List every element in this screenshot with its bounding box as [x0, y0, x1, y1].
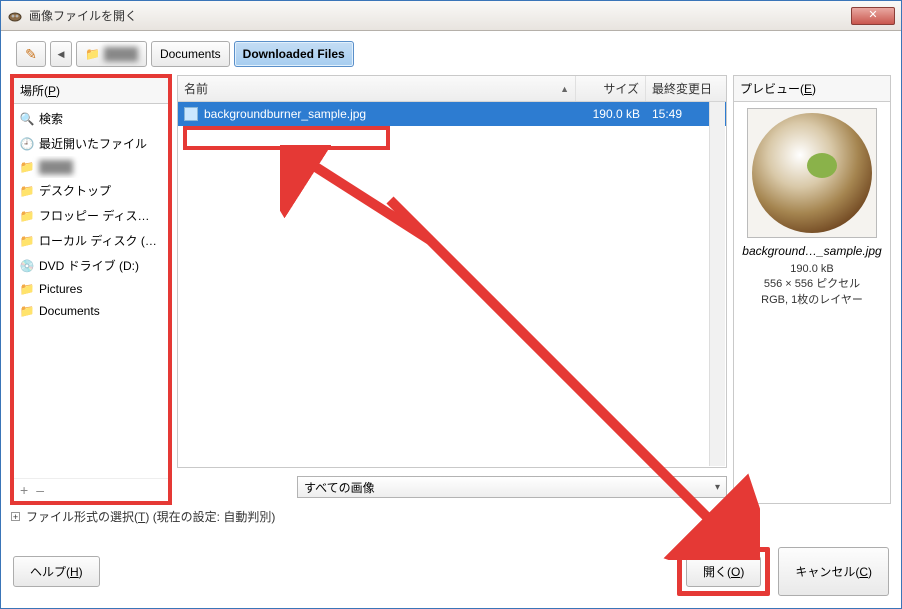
file-list: 名前 ▲ サイズ 最終変更日 backgroundburner_sample.j…: [177, 75, 727, 468]
image-file-icon: [184, 107, 198, 121]
folder-icon: 📁: [20, 304, 34, 318]
places-item-label: Pictures: [39, 282, 82, 296]
add-place-button[interactable]: +: [20, 482, 28, 498]
places-item-label: Documents: [39, 304, 100, 318]
column-name-label: 名前: [184, 80, 208, 97]
places-item-label: 最近開いたファイル: [39, 135, 147, 152]
places-item-pictures[interactable]: 📁 Pictures: [14, 278, 168, 300]
places-item-label: DVD ドライブ (D:): [39, 257, 139, 274]
file-type-filter-value: すべての画像: [304, 479, 375, 496]
file-list-rows[interactable]: backgroundburner_sample.jpg 190.0 kB 15:…: [178, 102, 726, 467]
back-button[interactable]: ◀: [50, 41, 72, 67]
places-item-dvd[interactable]: 💿 DVD ドライブ (D:): [14, 253, 168, 278]
folder-icon: 📁: [20, 184, 34, 198]
bottom-controls: すべての画像 ▾: [177, 476, 727, 504]
remove-place-button[interactable]: –: [36, 482, 44, 498]
clock-icon: 🕘: [20, 137, 34, 151]
sort-asc-icon: ▲: [560, 84, 569, 94]
preview-header: プレビュー(E): [734, 76, 890, 102]
gimp-icon: [7, 8, 23, 24]
close-button[interactable]: ✕: [851, 7, 895, 25]
disc-icon: 💿: [20, 259, 34, 273]
file-list-header: 名前 ▲ サイズ 最終変更日: [178, 76, 726, 102]
cancel-button[interactable]: キャンセル(C): [778, 547, 889, 596]
pencil-icon: ✎: [25, 46, 37, 63]
open-button-highlight: 開く(O): [677, 547, 770, 596]
places-item-label: フロッピー ディス…: [39, 207, 150, 224]
places-item-user[interactable]: 📁 ████: [14, 156, 168, 178]
file-row[interactable]: backgroundburner_sample.jpg 190.0 kB 15:…: [178, 102, 726, 126]
chevron-left-icon: ◀: [58, 49, 65, 60]
file-type-filter[interactable]: すべての画像 ▾: [297, 476, 727, 498]
places-panel: 場所(P) 🔍 検索 🕘 最近開いたファイル 📁 ████ 📁 デスクトップ 📁 フロッピ…: [11, 75, 171, 504]
places-item-localdisk[interactable]: 📁 ローカル ディスク (…: [14, 228, 168, 253]
help-button[interactable]: ヘルプ(H): [13, 556, 100, 587]
places-item-desktop[interactable]: 📁 デスクトップ: [14, 178, 168, 203]
titlebar-title: 画像ファイルを開く: [29, 7, 851, 24]
column-name[interactable]: 名前 ▲: [178, 76, 576, 101]
folder-icon: 📁: [20, 209, 34, 223]
places-add-remove: + –: [14, 478, 168, 501]
places-list: 🔍 検索 🕘 最近開いたファイル 📁 ████ 📁 デスクトップ 📁 フロッピー ディス……: [14, 104, 168, 478]
preview-thumbnail: [747, 108, 877, 238]
places-item-label: ████: [39, 160, 73, 174]
path-toolbar: ✎ ◀ 📁 ████ Documents Downloaded Files: [11, 41, 891, 67]
places-item-documents[interactable]: 📁 Documents: [14, 300, 168, 322]
file-format-expander[interactable]: + ファイル形式の選択(T) (現在の設定: 自動判別): [11, 504, 891, 529]
preview-dimensions: 556 × 556 ピクセル: [740, 277, 884, 292]
body-columns: 場所(P) 🔍 検索 🕘 最近開いたファイル 📁 ████ 📁 デスクトップ 📁 フロッピ…: [11, 75, 891, 504]
places-item-label: デスクトップ: [39, 182, 111, 199]
path-segment-documents[interactable]: Documents: [151, 41, 230, 67]
places-item-label: 検索: [39, 110, 63, 127]
preview-filename: background…_sample.jpg: [740, 244, 884, 258]
path-segment-home-label: ████: [104, 47, 138, 61]
column-size[interactable]: サイズ: [576, 76, 646, 101]
folder-icon: 📁: [20, 234, 34, 248]
dialog-content: ✎ ◀ 📁 ████ Documents Downloaded Files 場所…: [1, 31, 901, 608]
titlebar[interactable]: 画像ファイルを開く ✕: [1, 1, 901, 31]
folder-icon: 📁: [20, 160, 34, 174]
column-modified[interactable]: 最終変更日: [646, 76, 726, 101]
places-item-label: ローカル ディスク (…: [39, 232, 157, 249]
file-list-scrollbar[interactable]: [709, 102, 725, 466]
edit-path-button[interactable]: ✎: [16, 41, 46, 67]
preview-panel: プレビュー(E) background…_sample.jpg 190.0 kB…: [733, 75, 891, 504]
folder-icon: 📁: [85, 47, 100, 61]
path-segment-downloaded-files[interactable]: Downloaded Files: [234, 41, 354, 67]
file-row-name: backgroundburner_sample.jpg: [178, 102, 576, 126]
center-column: 名前 ▲ サイズ 最終変更日 backgroundburner_sample.j…: [177, 75, 727, 504]
places-item-search[interactable]: 🔍 検索: [14, 106, 168, 131]
places-header[interactable]: 場所(P): [14, 78, 168, 104]
path-segment-home[interactable]: 📁 ████: [76, 41, 147, 67]
preview-mode: RGB, 1枚のレイヤー: [740, 293, 884, 308]
places-item-recent[interactable]: 🕘 最近開いたファイル: [14, 131, 168, 156]
preview-filesize: 190.0 kB: [740, 262, 884, 277]
file-name: backgroundburner_sample.jpg: [204, 107, 366, 121]
dialog-buttons: ヘルプ(H) 開く(O) キャンセル(C): [11, 547, 891, 598]
file-size: 190.0 kB: [576, 102, 646, 126]
plus-icon: +: [11, 512, 20, 521]
search-icon: 🔍: [20, 112, 34, 126]
folder-icon: 📁: [20, 282, 34, 296]
places-item-floppy[interactable]: 📁 フロッピー ディス…: [14, 203, 168, 228]
open-button[interactable]: 開く(O): [686, 556, 761, 587]
file-open-dialog: 画像ファイルを開く ✕ ✎ ◀ 📁 ████ Documents Downloa…: [0, 0, 902, 609]
chevron-down-icon: ▾: [715, 482, 720, 493]
